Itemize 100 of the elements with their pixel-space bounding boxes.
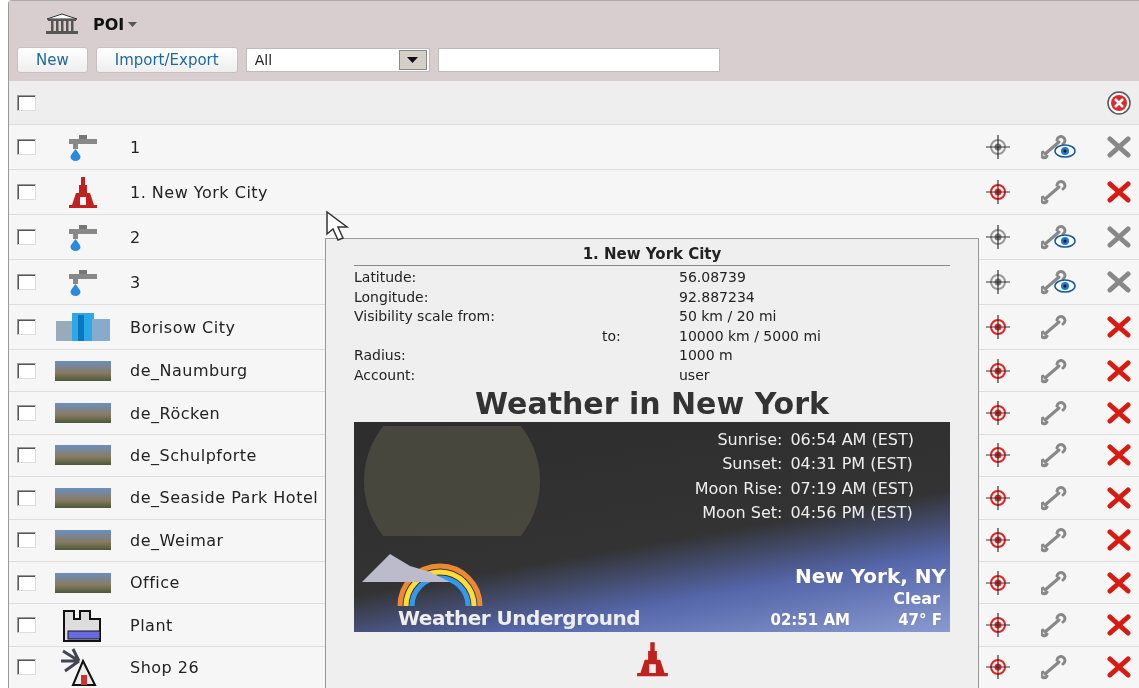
crosshair-icon[interactable] [985,224,1011,250]
photo-placeholder [55,360,111,381]
row-checkbox[interactable] [17,229,36,245]
poi-name[interactable]: 1 [130,137,141,157]
buildings-icon [54,311,112,343]
weather-heading: Weather in New York [474,385,830,422]
tower-icon [68,175,98,209]
poi-name[interactable]: de_Weimar [130,530,224,550]
delete-all-icon[interactable] [1107,90,1131,115]
detail-label: Radius: [354,346,407,366]
detail-value: 50 km / 20 mi [679,307,778,327]
row-checkbox[interactable] [17,574,36,591]
delete-icon[interactable] [1107,402,1131,425]
crosshair-icon[interactable] [985,179,1011,205]
toolbar-button[interactable]: Import/Export [95,47,238,73]
astro-label: Sunset: [721,453,783,476]
poi-name[interactable]: de_Seaside Park Hotel [130,488,319,508]
row-checkbox[interactable] [17,532,36,549]
detail-value: 92.887234 [679,287,756,307]
museum-icon [43,13,81,35]
search-field[interactable] [437,48,720,72]
weather-location: New York, NY [794,563,946,588]
delete-icon[interactable] [1107,136,1131,158]
crosshair-icon[interactable] [985,269,1011,295]
delete-icon[interactable] [1107,529,1131,552]
astro-time: 04:56 PM (EST) [790,502,914,525]
photo-placeholder [55,530,111,551]
weather-temperature: 47° F [898,610,942,629]
weather-time: 02:51 AM [770,610,850,629]
crosshair-icon[interactable] [985,134,1011,160]
poi-name[interactable]: de_Schulpforte [130,445,257,465]
row-checkbox[interactable] [17,447,36,464]
weather-brand: Weather Underground [398,605,641,630]
row-checkbox[interactable] [17,362,36,379]
row-checkbox[interactable] [17,319,36,335]
crosshair-icon[interactable] [985,527,1011,554]
delete-icon[interactable] [1107,486,1131,509]
poi-name[interactable]: 1. New York City [130,182,269,202]
poi-name[interactable]: de_Röcken [130,403,221,423]
astro-label: Moon Set: [701,502,783,525]
detail-label: Latitude: [354,268,418,287]
delete-icon[interactable] [1107,359,1131,382]
crosshair-icon[interactable] [985,569,1011,596]
crosshair-icon[interactable] [985,400,1011,427]
poi-name[interactable]: Plant [130,615,173,635]
detail-label: Account: [354,365,417,385]
delete-icon[interactable] [1107,656,1131,679]
caret-icon [407,57,419,63]
delete-icon[interactable] [1107,271,1131,293]
astro-time: 04:31 PM (EST) [790,453,914,476]
delete-icon[interactable] [1107,181,1131,203]
crosshair-icon[interactable] [985,314,1011,340]
filter-select[interactable]: All [245,48,430,72]
crosshair-icon[interactable] [985,484,1011,511]
delete-icon[interactable] [1107,571,1131,594]
detail-value: 1000 m [679,346,734,366]
delete-icon[interactable] [1107,316,1131,338]
photo-placeholder [55,487,111,508]
photo-placeholder [55,572,111,593]
photo-placeholder [55,445,111,466]
detail-value: 56.08739 [679,268,747,287]
detail-label: Longitude: [354,287,430,307]
row-checkbox[interactable] [17,489,36,506]
astro-label: Sunrise: [716,428,783,451]
astro-time: 07:19 AM (EST) [790,477,914,500]
poi-name[interactable]: 2 [130,227,141,247]
tower-icon [635,639,669,677]
toolbar-button[interactable]: New [17,47,88,73]
crosshair-icon[interactable] [985,442,1011,469]
row-checkbox[interactable] [17,274,36,290]
detail-label: Visibility scale from: [354,307,496,327]
weather-condition: Clear [893,588,940,608]
row-checkbox[interactable] [17,184,36,200]
select-all-checkbox[interactable] [17,94,36,111]
poi-name[interactable]: de_Naumburg [130,361,248,381]
poi-name[interactable]: 3 [130,272,141,292]
detail-value: user [679,365,711,385]
wrench-eye-icon[interactable] [1041,134,1077,160]
crosshair-icon[interactable] [985,357,1011,384]
poi-name[interactable]: Shop 26 [130,657,200,677]
wrench-eye-icon[interactable] [1041,224,1077,250]
astro-time: 06:54 AM (EST) [790,428,914,451]
delete-icon[interactable] [1107,444,1131,467]
detail-value: 10000 km / 5000 mi [679,326,822,346]
wrench-eye-icon[interactable] [1041,269,1077,295]
photo-placeholder [55,403,111,424]
row-checkbox[interactable] [17,139,36,155]
crosshair-icon[interactable] [985,612,1011,639]
crosshair-icon[interactable] [985,654,1011,681]
delete-icon[interactable] [1107,226,1131,248]
panel-title[interactable]: POI [93,14,138,34]
delete-icon[interactable] [1107,614,1131,637]
caret-icon [128,21,138,27]
tooltip-title: 1. New York City [354,245,950,266]
poi-name[interactable]: Office [130,573,180,593]
row-checkbox[interactable] [17,405,36,422]
row-checkbox[interactable] [17,659,36,676]
poi-name[interactable]: Borisow City [130,317,236,337]
detail-label: to: [601,326,622,346]
row-checkbox[interactable] [17,617,36,634]
